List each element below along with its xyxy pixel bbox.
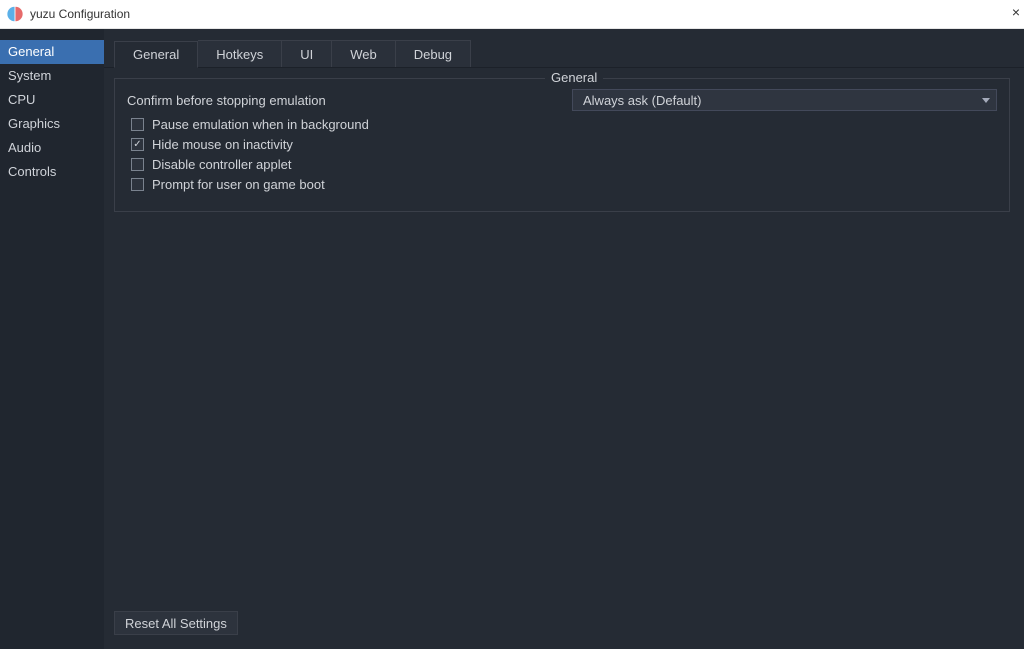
sidebar-item-graphics[interactable]: Graphics <box>0 112 104 136</box>
content: General Hotkeys UI Web Debug General Con… <box>104 29 1024 649</box>
sidebar-item-general[interactable]: General <box>0 40 104 64</box>
checkbox-pause-background[interactable] <box>131 118 144 131</box>
checkbox-row-disable-controller-applet: Disable controller applet <box>127 157 542 172</box>
yuzu-logo-icon <box>6 5 24 23</box>
tab-general[interactable]: General <box>114 41 198 68</box>
checkbox-label-hide-mouse: Hide mouse on inactivity <box>152 137 293 152</box>
app-body: General System CPU Graphics Audio Contro… <box>0 29 1024 649</box>
group-content: Confirm before stopping emulation Pause … <box>127 93 997 192</box>
chevron-down-icon <box>982 98 990 103</box>
group-right-column: Always ask (Default) <box>572 93 997 192</box>
reset-all-settings-button[interactable]: Reset All Settings <box>114 611 238 635</box>
confirm-stop-dropdown[interactable]: Always ask (Default) <box>572 89 997 111</box>
sidebar-item-system[interactable]: System <box>0 64 104 88</box>
tab-ui[interactable]: UI <box>282 40 332 67</box>
tab-debug[interactable]: Debug <box>396 40 471 67</box>
checkbox-prompt-user[interactable] <box>131 178 144 191</box>
checkbox-label-prompt-user: Prompt for user on game boot <box>152 177 325 192</box>
confirm-stop-label: Confirm before stopping emulation <box>127 93 542 108</box>
checkbox-row-prompt-user: Prompt for user on game boot <box>127 177 542 192</box>
sidebar-item-audio[interactable]: Audio <box>0 136 104 160</box>
groupbox-general: General Confirm before stopping emulatio… <box>114 78 1010 212</box>
tab-web[interactable]: Web <box>332 40 396 67</box>
checkbox-row-hide-mouse: Hide mouse on inactivity <box>127 137 542 152</box>
tabs: General Hotkeys UI Web Debug <box>104 40 1024 68</box>
tab-hotkeys[interactable]: Hotkeys <box>198 40 282 67</box>
panel-general: General Confirm before stopping emulatio… <box>104 68 1024 649</box>
window-title: yuzu Configuration <box>30 7 130 21</box>
group-left-column: Confirm before stopping emulation Pause … <box>127 93 542 192</box>
sidebar-item-cpu[interactable]: CPU <box>0 88 104 112</box>
titlebar: yuzu Configuration × <box>0 0 1024 29</box>
sidebar-item-controls[interactable]: Controls <box>0 160 104 184</box>
group-legend: General <box>545 70 603 85</box>
sidebar: General System CPU Graphics Audio Contro… <box>0 29 104 649</box>
checkbox-label-pause-background: Pause emulation when in background <box>152 117 369 132</box>
checkbox-hide-mouse[interactable] <box>131 138 144 151</box>
checkbox-label-disable-controller-applet: Disable controller applet <box>152 157 291 172</box>
dropdown-value: Always ask (Default) <box>583 93 701 108</box>
close-icon[interactable]: × <box>1012 4 1020 20</box>
checkbox-row-pause-background: Pause emulation when in background <box>127 117 542 132</box>
checkbox-disable-controller-applet[interactable] <box>131 158 144 171</box>
